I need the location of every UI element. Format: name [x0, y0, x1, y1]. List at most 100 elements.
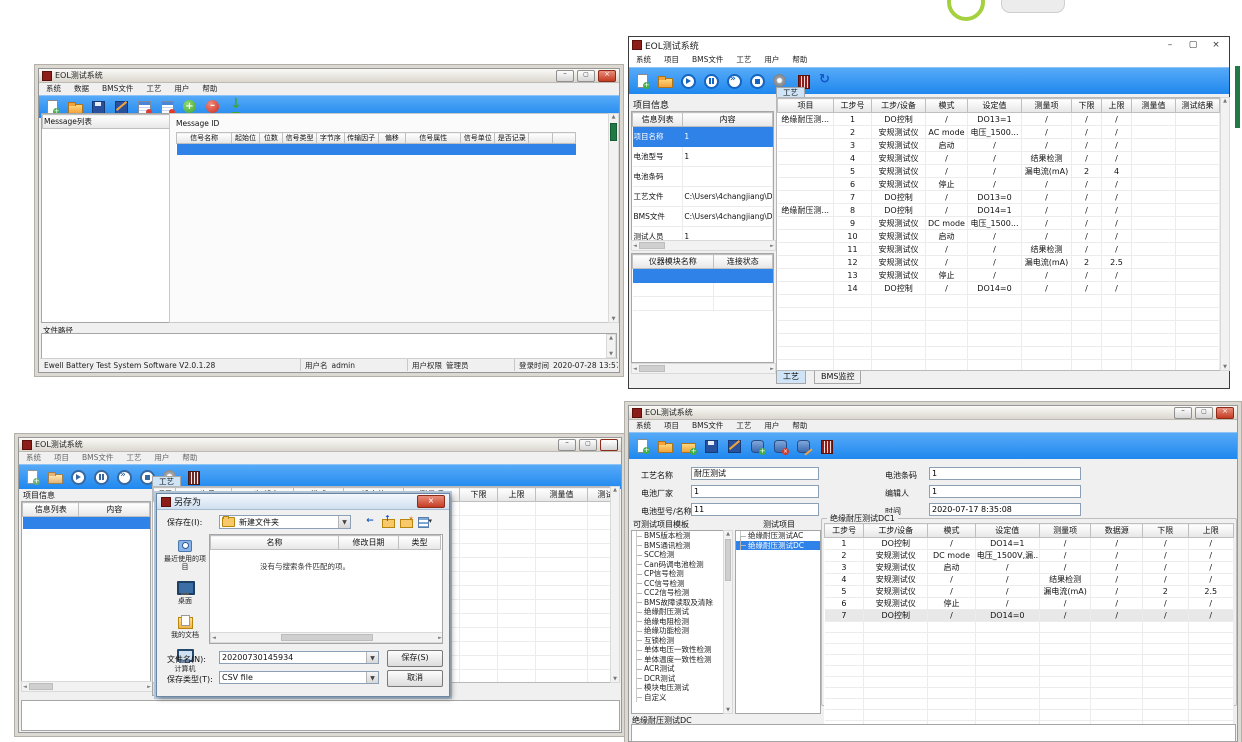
close-button[interactable] — [598, 70, 616, 82]
list-item[interactable]: 单体温度一致性检测 — [632, 655, 724, 665]
log-textarea[interactable] — [21, 700, 620, 731]
menu-item-帮助[interactable]: 帮助 — [200, 84, 219, 94]
open-folder-icon[interactable] — [657, 73, 673, 89]
table-row[interactable]: 3安规测试仪启动//// — [778, 139, 1220, 152]
column-header[interactable]: 测试结果 — [588, 488, 613, 502]
column-header[interactable]: 是否记录 — [495, 133, 529, 144]
info-hscroll[interactable]: ◄ ► — [631, 240, 776, 251]
scroll-up-icon[interactable]: ▲ — [613, 487, 617, 493]
menu-item-项目[interactable]: 项目 — [662, 421, 681, 431]
menu-item-帮助[interactable]: 帮助 — [180, 453, 199, 463]
table-row[interactable]: 13安规测试仪停止//// — [778, 269, 1220, 282]
maximize-button[interactable] — [577, 70, 595, 82]
table-row[interactable]: 电池条码 — [633, 167, 773, 187]
column-header[interactable]: 测试结果 — [1176, 99, 1220, 113]
forward-icon[interactable] — [726, 73, 742, 89]
menu-item-用户[interactable]: 用户 — [762, 55, 781, 65]
scroll-right-icon[interactable]: ► — [770, 243, 774, 249]
menu-item-用户[interactable]: 用户 — [172, 84, 191, 94]
scroll-down-icon[interactable]: ▼ — [613, 676, 617, 682]
column-header[interactable]: 测量值 — [1132, 99, 1176, 113]
table-row[interactable]: 3安规测试仪启动///// — [825, 562, 1234, 574]
minimize-button[interactable] — [556, 70, 574, 82]
stop-icon[interactable] — [749, 73, 765, 89]
column-header[interactable]: 下限 — [460, 488, 498, 502]
filename-combo[interactable]: 20200730145934 ▼ — [219, 651, 379, 664]
scroll-up-icon[interactable]: ▲ — [612, 114, 616, 120]
column-header[interactable]: 下限 — [1143, 524, 1188, 538]
column-header[interactable] — [529, 133, 552, 144]
list-item[interactable]: 互锁检测 — [632, 636, 724, 646]
new-doc-icon[interactable] — [634, 438, 650, 454]
test-items-list[interactable]: 绝缘耐压测试AC绝缘耐压测试DC — [735, 530, 821, 714]
maximize-button[interactable] — [1195, 407, 1213, 419]
column-header[interactable]: 信号单位 — [461, 133, 495, 144]
menu-item-系统[interactable]: 系统 — [24, 453, 43, 463]
menu-item-用户[interactable]: 用户 — [762, 421, 781, 431]
battery-barcode-input[interactable] — [929, 467, 1081, 480]
table-row[interactable]: 5安规测试仪//漏电流(mA)/22.5 — [825, 586, 1234, 598]
column-header[interactable]: 测量项 — [1039, 524, 1091, 538]
file-list-hscroll[interactable]: ◄ ► — [210, 632, 443, 643]
menu-item-BMS文件[interactable]: BMS文件 — [690, 421, 725, 431]
dialog-close-button[interactable]: × — [417, 495, 445, 508]
list-item[interactable]: 绝缘耐压测试DC — [736, 541, 820, 551]
pause-icon[interactable] — [93, 469, 109, 485]
column-header[interactable]: 信号名称 — [177, 133, 232, 144]
table-row[interactable]: 12安规测试仪//漏电流(mA)22.5 — [778, 256, 1220, 269]
list-item[interactable]: 单体电压一致性检测 — [632, 645, 724, 655]
refresh-icon[interactable] — [818, 73, 834, 89]
play-icon[interactable] — [680, 73, 696, 89]
textarea-vscroll[interactable]: ▲▼ — [606, 334, 616, 358]
titlebar[interactable]: EOL测试系统 — [629, 406, 1237, 420]
table-row[interactable]: 4安规测试仪//结果检测/// — [825, 574, 1234, 586]
steps-vscroll[interactable]: ▲ ▼ — [610, 486, 620, 683]
titlebar[interactable]: EOL测试系统 — [19, 438, 621, 452]
report-icon[interactable] — [185, 469, 201, 485]
column-header[interactable]: 仪器模块名称 — [633, 255, 714, 269]
column-header[interactable]: 信号类型 — [283, 133, 317, 144]
column-header[interactable]: 工步号 — [834, 99, 872, 113]
scroll-up-icon[interactable]: ▲ — [1223, 98, 1227, 104]
forward-icon[interactable] — [116, 469, 132, 485]
table-row[interactable]: 1DO控制/DO14=1//// — [825, 538, 1234, 550]
list-item[interactable]: CC2信号检测 — [632, 588, 724, 598]
close-button[interactable] — [1216, 407, 1234, 419]
column-header[interactable]: 内容 — [79, 503, 150, 517]
table-row[interactable] — [177, 144, 576, 155]
menu-item-工艺[interactable]: 工艺 — [734, 55, 753, 65]
column-header[interactable]: 模式 — [926, 99, 968, 113]
scroll-right-icon[interactable]: ► — [438, 635, 442, 641]
column-header[interactable]: 信息列表 — [633, 113, 683, 127]
column-header[interactable] — [552, 133, 575, 144]
scroll-left-icon[interactable]: ◄ — [212, 635, 216, 641]
scroll-right-icon[interactable]: ► — [770, 366, 774, 372]
column-header[interactable]: 测量项 — [1022, 99, 1072, 113]
list-item[interactable]: DCR测试 — [632, 674, 724, 684]
list-item[interactable]: 自定义 — [632, 693, 724, 703]
list-item[interactable]: 绝缘电阻检测 — [632, 617, 724, 627]
table-row[interactable]: 9安规测试仪DC mode电压_1500.../// — [778, 217, 1220, 230]
column-header[interactable]: 模式 — [928, 524, 976, 538]
column-header[interactable]: 上限 — [1188, 524, 1233, 538]
column-header[interactable]: 信号属性 — [406, 133, 461, 144]
views-icon[interactable] — [417, 515, 431, 528]
back-icon[interactable]: ← — [363, 515, 377, 528]
column-header[interactable]: 字节序 — [317, 133, 345, 144]
list-item[interactable]: 绝缘功能检测 — [632, 626, 724, 636]
menu-item-BMS文件[interactable]: BMS文件 — [100, 84, 135, 94]
time-input[interactable] — [929, 503, 1081, 516]
scroll-left-icon[interactable]: ◄ — [23, 684, 27, 690]
close-button[interactable] — [600, 439, 618, 451]
menu-item-工艺[interactable]: 工艺 — [144, 84, 163, 94]
column-header[interactable]: 内容 — [683, 113, 773, 127]
table-row[interactable]: BMS文件C:\Users\4changjiang\Desktop\ — [633, 207, 773, 227]
list-item[interactable]: BMS故障读取及清除 — [632, 598, 724, 608]
tab-bms-monitor[interactable]: BMS监控 — [814, 371, 861, 384]
menu-item-系统[interactable]: 系统 — [44, 84, 63, 94]
place-desktop[interactable]: 桌面 — [163, 580, 207, 605]
cancel-button[interactable]: 取消 — [387, 670, 443, 687]
save-button[interactable]: 保存(S) — [387, 650, 443, 667]
steps-vscroll[interactable]: ▲ ▼ — [1220, 97, 1230, 371]
scroll-down-icon[interactable]: ▼ — [612, 316, 616, 322]
